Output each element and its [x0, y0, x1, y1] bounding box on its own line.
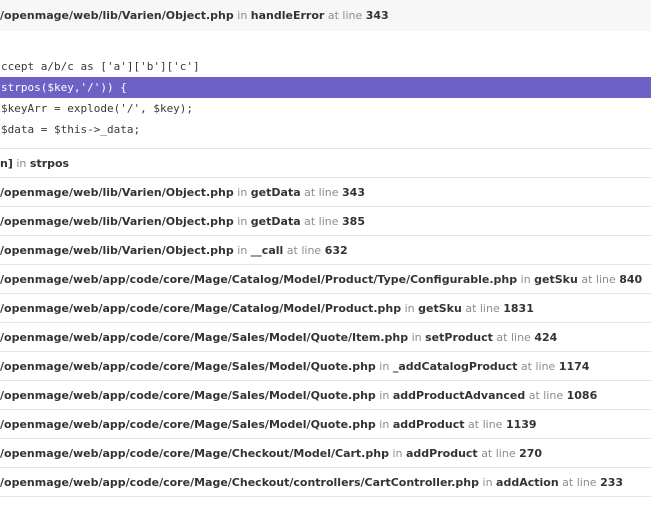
frame-function-name: addProductAdvanced [392, 389, 526, 402]
frame-function-name: _addCatalogProduct [392, 360, 518, 373]
frame-in-keyword: in [237, 215, 248, 228]
frame-line-number: 343 [342, 186, 365, 199]
stack-frame[interactable]: /openmage/web/app/code/core/Mage/Checkou… [0, 439, 651, 468]
frame-function-name: getSku [418, 302, 462, 315]
frame-in-keyword: in [237, 244, 248, 257]
code-line: $data = $this->_data; [1, 123, 141, 136]
stack-frame[interactable]: /openmage/web/app/code/core/Mage/Sales/M… [0, 381, 651, 410]
frame-function-name: strpos [29, 157, 70, 170]
frame-function-name: addAction [496, 476, 559, 489]
frame-in-keyword: in [379, 360, 390, 373]
frame-line-number: 1174 [558, 360, 590, 373]
stack-frame[interactable]: /openmage/web/app/code/core/Mage/Sales/M… [0, 352, 651, 381]
frame-function-name: getData [250, 186, 301, 199]
stack-frame[interactable]: n] in strpos [0, 149, 651, 178]
frame-at-line-keyword: at line [468, 418, 503, 431]
frame-at-line-keyword: at line [304, 215, 339, 228]
stack-frame[interactable]: /openmage/web/lib/Varien/Object.php in g… [0, 207, 651, 236]
frame-line-number: 1086 [566, 389, 598, 402]
frame-file-path: /openmage/web/app/code/core/Mage/Checkou… [0, 476, 480, 489]
frame-in-keyword: in [16, 157, 27, 170]
frame-in-keyword: in [237, 9, 248, 22]
frame-file-path: /openmage/web/lib/Varien/Object.php [0, 215, 234, 228]
frame-in-keyword: in [404, 302, 415, 315]
frame-at-line-keyword: at line [481, 447, 516, 460]
stack-frame[interactable]: /openmage/web/app/code/core/Mage/Checkou… [0, 468, 651, 497]
frame-line-number: 343 [365, 9, 389, 22]
frame-function-name: getData [250, 215, 301, 228]
frame-line-number: 632 [324, 244, 348, 257]
stack-frame[interactable]: /openmage/web/app/code/core/Mage/Catalog… [0, 294, 651, 323]
frame-line-number: 270 [519, 447, 543, 460]
stack-frame[interactable]: /openmage/web/lib/Varien/Object.php in _… [0, 236, 651, 265]
frame-at-line-keyword: at line [286, 244, 322, 257]
frame-line-number: 1831 [503, 302, 534, 315]
code-line: $keyArr = explode('/', $key); [1, 102, 194, 115]
frame-at-line-keyword: at line [304, 186, 339, 199]
code-line-highlighted: strpos($key,'/')) { [0, 77, 651, 98]
frame-file-path: /openmage/web/app/code/core/Mage/Sales/M… [0, 331, 409, 344]
code-snippet: ccept a/b/c as ['a']['b']['c'] strpos($k… [0, 56, 651, 149]
frame-function-name: addProduct [405, 447, 478, 460]
frame-at-line-keyword: at line [581, 273, 616, 286]
frame-function-name: getSku [534, 273, 578, 286]
frame-file-path: /openmage/web/app/code/core/Mage/Sales/M… [0, 360, 376, 373]
frame-in-keyword: in [392, 447, 403, 460]
frame-file-path: /openmage/web/app/code/core/Mage/Sales/M… [0, 389, 376, 402]
frame-in-keyword: in [411, 331, 422, 344]
frame-file-path: /openmage/web/app/code/core/Mage/Checkou… [0, 447, 389, 460]
frame-file-path: /openmage/web/app/code/core/Mage/Catalog… [0, 273, 518, 286]
stack-trace-list: n] in strpos /openmage/web/lib/Varien/Ob… [0, 149, 651, 497]
frame-function-name: handleError [250, 9, 325, 22]
frame-file-path: /openmage/web/lib/Varien/Object.php [0, 186, 234, 199]
frame-at-line-keyword: at line [465, 302, 500, 315]
frame-line-number: 385 [342, 215, 365, 228]
frame-file-path: /openmage/web/lib/Varien/Object.php [0, 9, 234, 22]
frame-function-name: __call [250, 244, 284, 257]
frame-line-number: 233 [600, 476, 624, 489]
stack-frame[interactable]: /openmage/web/app/code/core/Mage/Sales/M… [0, 323, 651, 352]
stack-frame[interactable]: /openmage/web/app/code/core/Mage/Sales/M… [0, 410, 651, 439]
stack-frame-expanded[interactable]: /openmage/web/lib/Varien/Object.php in h… [0, 0, 651, 31]
frame-in-keyword: in [482, 476, 493, 489]
frame-in-keyword: in [379, 389, 390, 402]
code-line: ccept a/b/c as ['a']['b']['c'] [1, 60, 200, 73]
frame-file-path: /openmage/web/app/code/core/Mage/Catalog… [0, 302, 402, 315]
stack-frame[interactable]: /openmage/web/app/code/core/Mage/Catalog… [0, 265, 651, 294]
frame-line-number: 840 [619, 273, 643, 286]
frame-file-path: /openmage/web/lib/Varien/Object.php [0, 244, 234, 257]
frame-in-keyword: in [237, 186, 248, 199]
frame-file-path: n] [0, 157, 13, 170]
frame-function-name: setProduct [425, 331, 493, 344]
stack-frame[interactable]: /openmage/web/lib/Varien/Object.php in g… [0, 178, 651, 207]
frame-in-keyword: in [520, 273, 531, 286]
frame-at-line-keyword: at line [496, 331, 531, 344]
frame-line-number: 1139 [505, 418, 537, 431]
frame-at-line-keyword: at line [562, 476, 597, 489]
frame-at-line-keyword: at line [528, 389, 564, 402]
frame-in-keyword: in [379, 418, 390, 431]
frame-line-number: 424 [534, 331, 558, 344]
frame-at-line-keyword: at line [520, 360, 556, 373]
frame-function-name: addProduct [392, 418, 465, 431]
frame-at-line-keyword: at line [327, 9, 363, 22]
frame-file-path: /openmage/web/app/code/core/Mage/Sales/M… [0, 418, 376, 431]
